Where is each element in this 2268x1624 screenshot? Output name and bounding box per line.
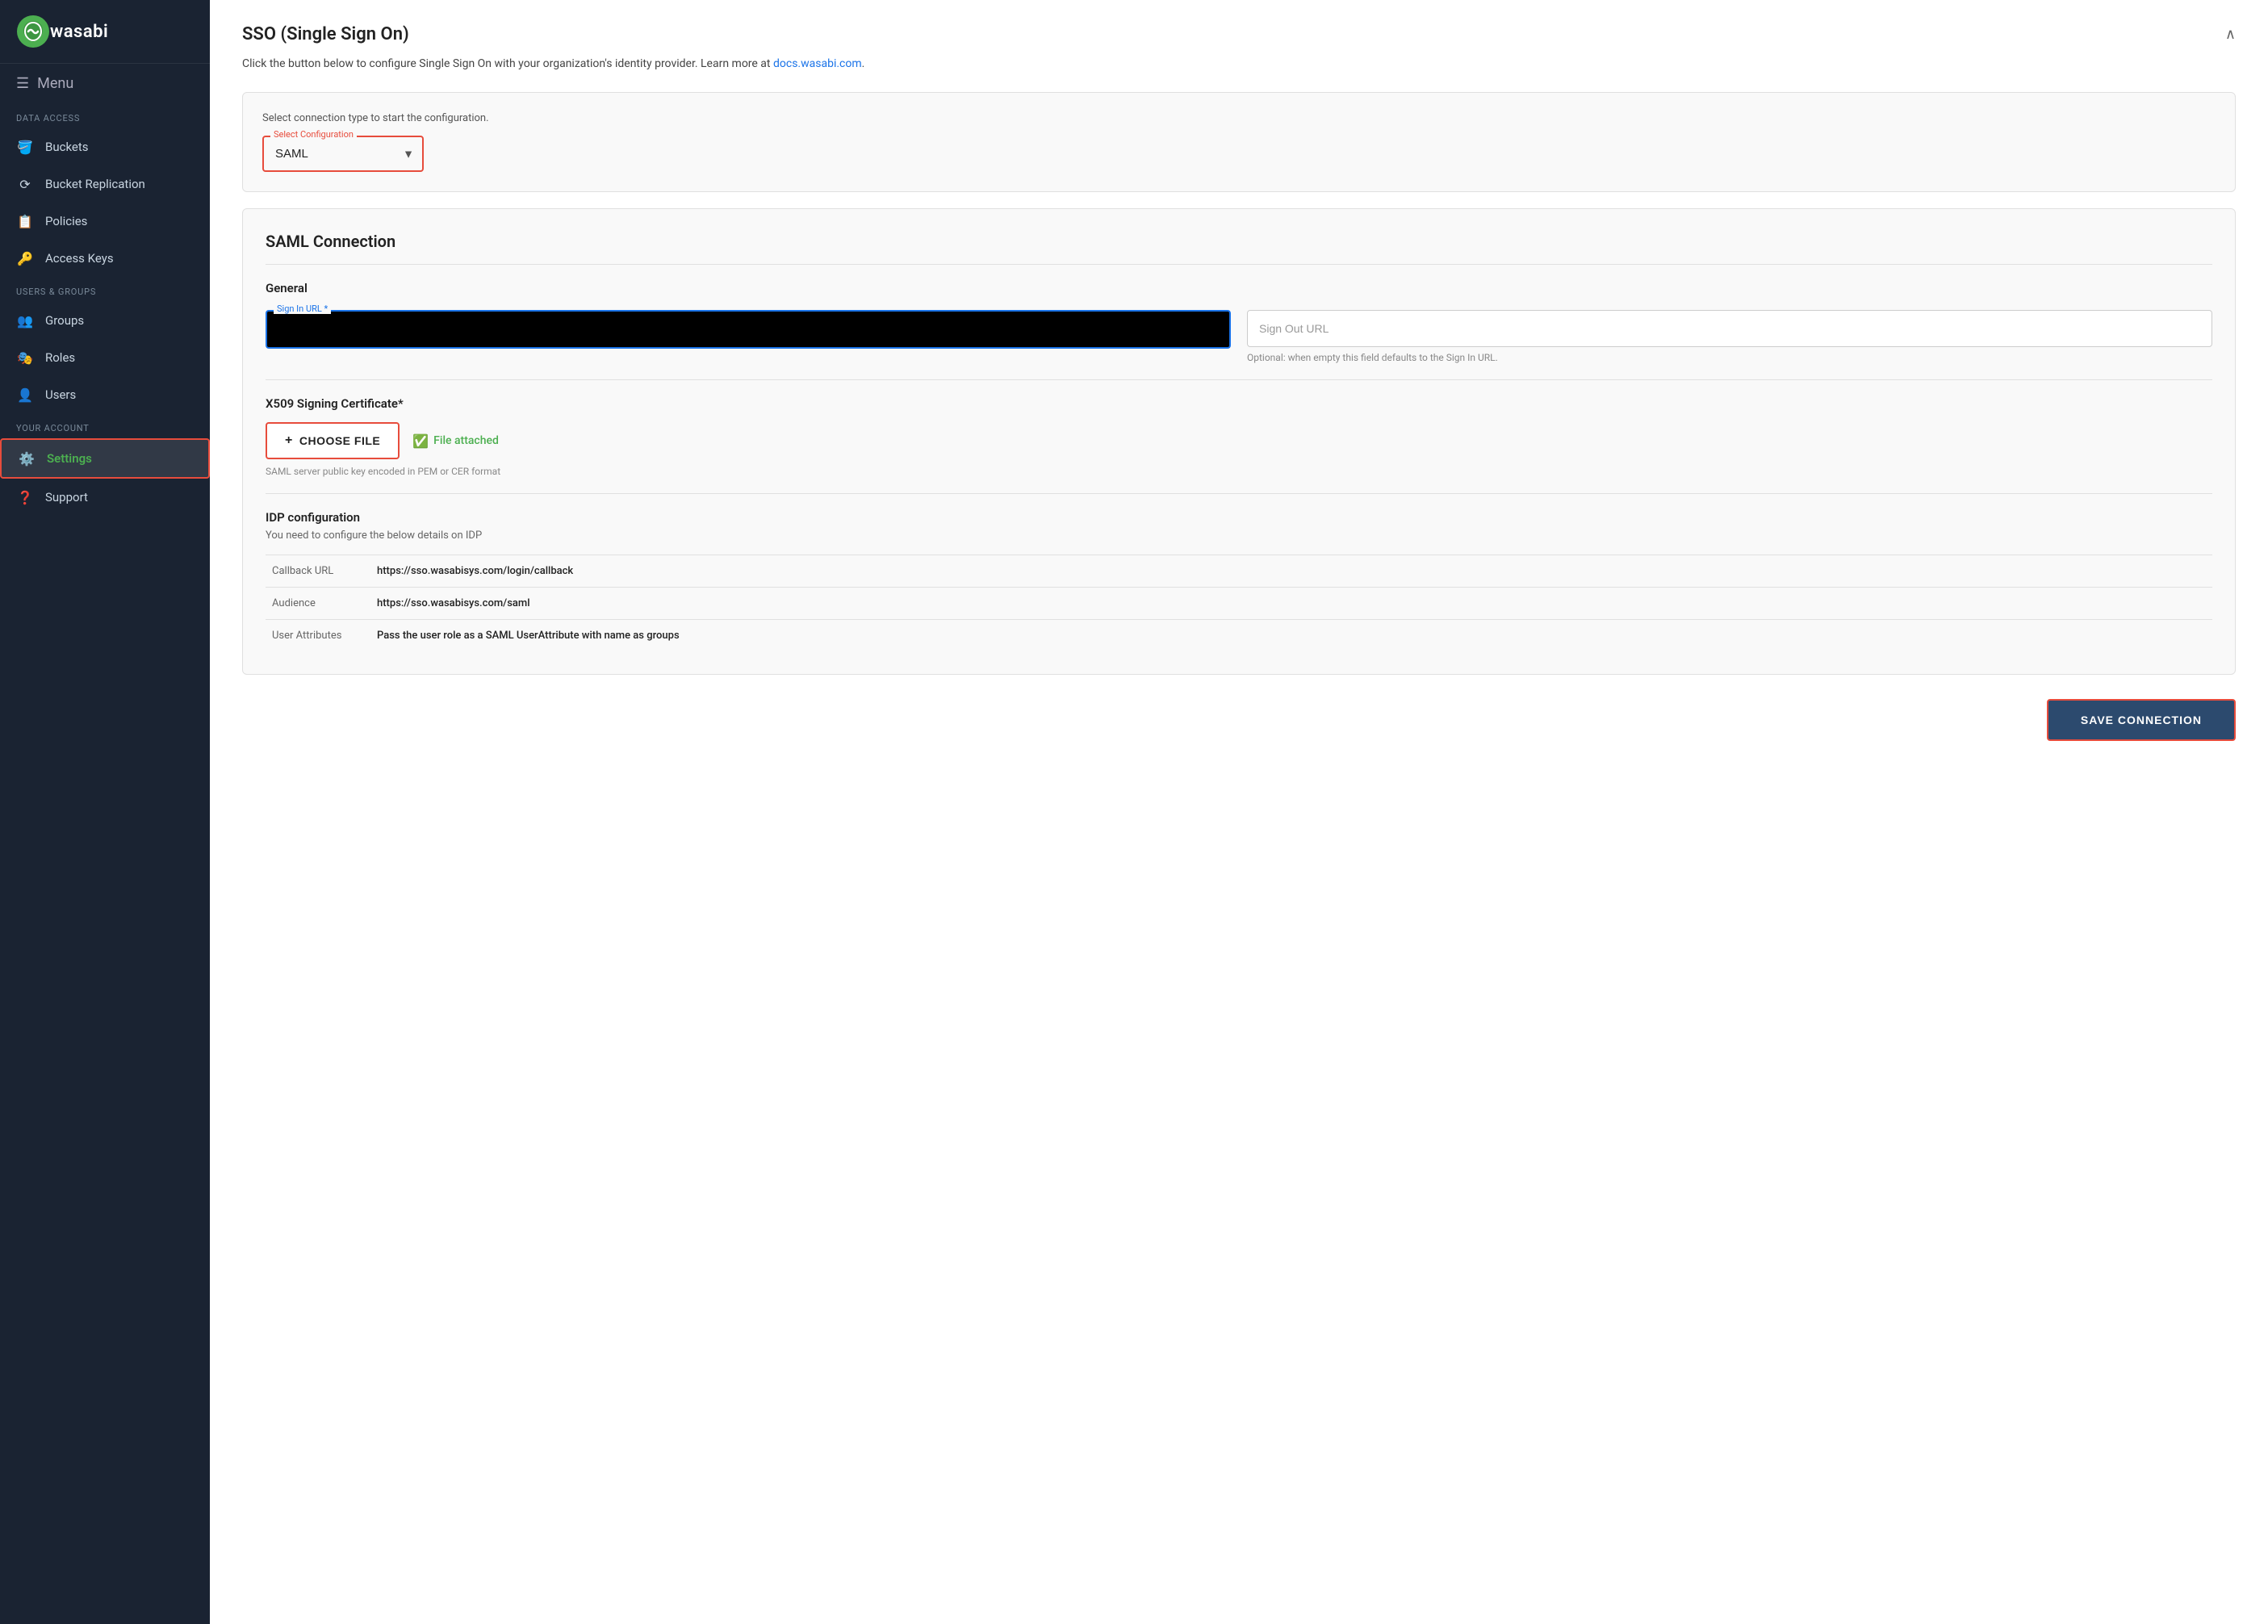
main-content: SSO (Single Sign On) ∧ Click the button … <box>210 0 2268 1624</box>
sso-desc-prefix: Click the button below to configure Sing… <box>242 57 773 70</box>
wasabi-logo-icon <box>16 15 50 48</box>
select-config-dropdown[interactable]: SAML OIDC <box>262 136 424 172</box>
bucket-replication-label: Bucket Replication <box>45 177 145 191</box>
access-keys-label: Access Keys <box>45 251 114 266</box>
select-config-wrapper: Select Configuration SAML OIDC ▼ <box>262 136 424 172</box>
bucket-icon: 🪣 <box>16 138 34 156</box>
cert-file-row: + CHOOSE FILE ✅ File attached <box>266 422 2212 459</box>
idp-table: Callback URL https://sso.wasabisys.com/l… <box>266 555 2212 651</box>
your-account-section-label: Your Account <box>0 413 210 438</box>
cert-title: X509 Signing Certificate* <box>266 396 2212 411</box>
groups-label: Groups <box>45 313 84 328</box>
url-fields-row: Sign In URL Optional: when empty this fi… <box>266 310 2212 363</box>
roles-label: Roles <box>45 350 75 365</box>
sidebar-item-settings[interactable]: ⚙️ Settings <box>0 438 210 479</box>
idp-row-value-callback: https://sso.wasabisys.com/login/callback <box>370 555 2212 588</box>
cert-section: X509 Signing Certificate* + CHOOSE FILE … <box>266 396 2212 477</box>
sso-header: SSO (Single Sign On) ∧ <box>242 24 2236 44</box>
table-row: User Attributes Pass the user role as a … <box>266 620 2212 652</box>
sidebar-item-users[interactable]: 👤 Users <box>0 376 210 413</box>
users-label: Users <box>45 387 76 402</box>
sign-out-url-group: Optional: when empty this field defaults… <box>1247 310 2212 363</box>
idp-section: IDP configuration You need to configure … <box>266 510 2212 651</box>
help-icon: ❓ <box>16 488 34 506</box>
sso-title: SSO (Single Sign On) <box>242 24 409 44</box>
sidebar: wasabi ☰ Menu Data Access 🪣 Buckets ⟳ Bu… <box>0 0 210 1624</box>
idp-row-key-callback: Callback URL <box>266 555 370 588</box>
groups-icon: 👥 <box>16 312 34 329</box>
idp-desc: You need to configure the below details … <box>266 529 2212 542</box>
file-attached-label: File attached <box>433 434 499 447</box>
policies-label: Policies <box>45 214 87 228</box>
select-config-card-label: Select connection type to start the conf… <box>262 112 2216 124</box>
choose-file-button[interactable]: + CHOOSE FILE <box>266 422 400 459</box>
file-attached-indicator: ✅ File attached <box>412 433 499 449</box>
users-groups-section-label: Users & Groups <box>0 277 210 302</box>
select-config-float-label: Select Configuration <box>270 129 357 140</box>
sign-out-url-hint: Optional: when empty this field defaults… <box>1247 352 2212 363</box>
idp-row-key-user-attr: User Attributes <box>266 620 370 652</box>
save-connection-row: SAVE CONNECTION <box>242 699 2236 741</box>
cert-hint: SAML server public key encoded in PEM or… <box>266 466 2212 477</box>
sso-desc-suffix: . <box>862 57 865 70</box>
general-section-title: General <box>266 281 2212 295</box>
sidebar-item-bucket-replication[interactable]: ⟳ Bucket Replication <box>0 165 210 203</box>
support-label: Support <box>45 490 88 504</box>
table-row: Audience https://sso.wasabisys.com/saml <box>266 588 2212 620</box>
sign-in-url-input[interactable] <box>266 310 1231 349</box>
collapse-icon[interactable]: ∧ <box>2225 26 2236 43</box>
saml-connection-card: SAML Connection General Sign In URL Opti… <box>242 208 2236 675</box>
buckets-label: Buckets <box>45 140 89 154</box>
data-access-section-label: Data Access <box>0 103 210 128</box>
docs-link[interactable]: docs.wasabi.com <box>773 57 862 70</box>
users-icon: 👤 <box>16 386 34 404</box>
sign-in-url-group: Sign In URL <box>266 310 1231 363</box>
replication-icon: ⟳ <box>16 175 34 193</box>
sign-in-url-label: Sign In URL <box>274 303 331 314</box>
idp-title: IDP configuration <box>266 510 2212 525</box>
roles-icon: 🎭 <box>16 349 34 366</box>
select-config-card: Select connection type to start the conf… <box>242 92 2236 192</box>
checkmark-icon: ✅ <box>412 433 429 449</box>
key-icon: 🔑 <box>16 249 34 267</box>
gear-icon: ⚙️ <box>18 450 36 467</box>
settings-label: Settings <box>47 451 92 466</box>
sidebar-item-groups[interactable]: 👥 Groups <box>0 302 210 339</box>
policies-icon: 📋 <box>16 212 34 230</box>
logo-text: wasabi <box>50 22 108 42</box>
idp-row-value-audience: https://sso.wasabisys.com/saml <box>370 588 2212 620</box>
idp-row-value-user-attr: Pass the user role as a SAML UserAttribu… <box>370 620 2212 652</box>
general-divider <box>266 379 2212 380</box>
menu-label: Menu <box>37 75 73 92</box>
menu-toggle[interactable]: ☰ Menu <box>0 64 210 103</box>
sidebar-item-support[interactable]: ❓ Support <box>0 479 210 516</box>
plus-icon: + <box>285 433 293 448</box>
sign-out-url-input[interactable] <box>1247 310 2212 347</box>
content-area: SSO (Single Sign On) ∧ Click the button … <box>210 0 2268 1624</box>
sidebar-item-access-keys[interactable]: 🔑 Access Keys <box>0 240 210 277</box>
saml-connection-title: SAML Connection <box>266 232 2212 265</box>
idp-row-key-audience: Audience <box>266 588 370 620</box>
sso-description: Click the button below to configure Sing… <box>242 56 2236 73</box>
sidebar-item-roles[interactable]: 🎭 Roles <box>0 339 210 376</box>
cert-divider <box>266 493 2212 494</box>
choose-file-label: CHOOSE FILE <box>299 434 380 447</box>
sidebar-item-buckets[interactable]: 🪣 Buckets <box>0 128 210 165</box>
hamburger-icon: ☰ <box>16 75 29 92</box>
table-row: Callback URL https://sso.wasabisys.com/l… <box>266 555 2212 588</box>
save-connection-button[interactable]: SAVE CONNECTION <box>2047 699 2236 741</box>
logo-area: wasabi <box>0 0 210 64</box>
sidebar-item-policies[interactable]: 📋 Policies <box>0 203 210 240</box>
